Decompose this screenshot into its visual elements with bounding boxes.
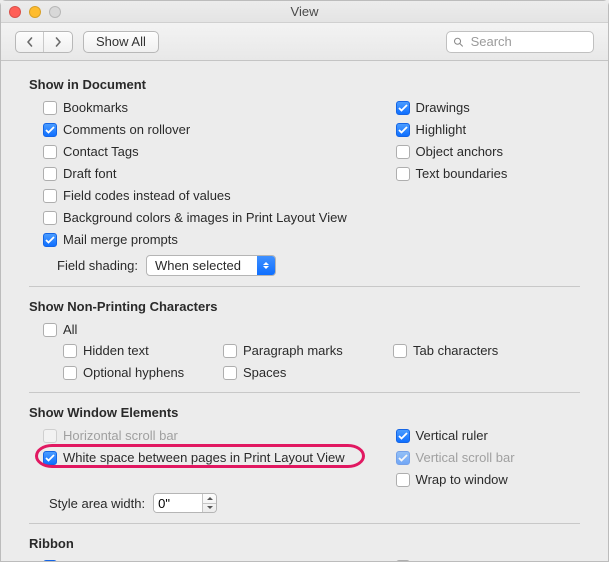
back-button[interactable] (16, 32, 44, 52)
nav-segmented (15, 31, 73, 53)
comments-rollover-label: Comments on rollover (63, 122, 190, 137)
section-window-elements-title: Show Window Elements (29, 405, 580, 420)
spaces-label: Spaces (243, 365, 286, 380)
horizontal-scroll-checkbox (43, 429, 57, 443)
object-anchors-checkbox[interactable] (396, 145, 410, 159)
bookmarks-checkbox[interactable] (43, 101, 57, 115)
search-input[interactable] (469, 33, 587, 50)
titlebar: View (1, 1, 608, 23)
section-non-printing-title: Show Non-Printing Characters (29, 299, 580, 314)
style-area-width-stepper[interactable] (153, 493, 217, 513)
style-area-width-input[interactable] (154, 494, 202, 512)
background-colors-checkbox[interactable] (43, 211, 57, 225)
contact-tags-label: Contact Tags (63, 144, 139, 159)
paragraph-marks-checkbox[interactable] (223, 344, 237, 358)
field-codes-label: Field codes instead of values (63, 188, 231, 203)
show-developer-tab-label: Show developer tab (63, 559, 178, 561)
vertical-scroll-checkbox (396, 451, 410, 465)
section-ribbon-title: Ribbon (29, 536, 580, 551)
minimize-window-button[interactable] (29, 6, 41, 18)
highlight-label: Highlight (416, 122, 467, 137)
wrap-to-window-label: Wrap to window (416, 472, 508, 487)
preferences-window: View Show All Show in Document Bookmarks… (0, 0, 609, 562)
hidden-text-label: Hidden text (83, 343, 149, 358)
field-shading-label: Field shading: (57, 258, 138, 273)
style-area-width-label: Style area width: (49, 496, 145, 511)
paragraph-marks-label: Paragraph marks (243, 343, 343, 358)
vertical-ruler-checkbox[interactable] (396, 429, 410, 443)
stepper-buttons[interactable] (202, 494, 216, 512)
drawings-label: Drawings (416, 100, 470, 115)
zoom-window-button[interactable] (49, 6, 61, 18)
field-shading-value: When selected (147, 258, 257, 273)
window-title: View (9, 4, 600, 19)
show-group-titles-checkbox[interactable] (396, 560, 410, 562)
close-window-button[interactable] (9, 6, 21, 18)
mail-merge-label: Mail merge prompts (63, 232, 178, 247)
white-space-label: White space between pages in Print Layou… (63, 450, 345, 465)
hidden-text-checkbox[interactable] (63, 344, 77, 358)
draft-font-checkbox[interactable] (43, 167, 57, 181)
section-show-in-document-title: Show in Document (29, 77, 580, 92)
vertical-scroll-label: Vertical scroll bar (416, 450, 515, 465)
horizontal-scroll-label: Horizontal scroll bar (63, 428, 178, 443)
vertical-ruler-label: Vertical ruler (416, 428, 488, 443)
text-boundaries-checkbox[interactable] (396, 167, 410, 181)
background-colors-label: Background colors & images in Print Layo… (63, 210, 347, 225)
drawings-checkbox[interactable] (396, 101, 410, 115)
search-field[interactable] (446, 31, 594, 53)
white-space-checkbox[interactable] (43, 451, 57, 465)
show-group-titles-label: Show group titles (416, 559, 516, 561)
select-arrows-icon (257, 256, 275, 275)
bookmarks-label: Bookmarks (63, 100, 128, 115)
wrap-to-window-checkbox[interactable] (396, 473, 410, 487)
mail-merge-checkbox[interactable] (43, 233, 57, 247)
field-shading-select[interactable]: When selected (146, 255, 276, 276)
optional-hyphens-checkbox[interactable] (63, 366, 77, 380)
window-traffic-lights (9, 6, 61, 18)
text-boundaries-label: Text boundaries (416, 166, 508, 181)
all-np-label: All (63, 322, 77, 337)
stepper-down[interactable] (203, 504, 216, 513)
forward-button[interactable] (44, 32, 72, 52)
tab-characters-label: Tab characters (413, 343, 498, 358)
all-np-checkbox[interactable] (43, 323, 57, 337)
search-icon (453, 36, 464, 48)
tab-characters-checkbox[interactable] (393, 344, 407, 358)
optional-hyphens-label: Optional hyphens (83, 365, 184, 380)
field-codes-checkbox[interactable] (43, 189, 57, 203)
highlight-checkbox[interactable] (396, 123, 410, 137)
stepper-up[interactable] (203, 494, 216, 504)
spaces-checkbox[interactable] (223, 366, 237, 380)
draft-font-label: Draft font (63, 166, 116, 181)
content: Show in Document Bookmarks Comments on r… (1, 61, 608, 561)
object-anchors-label: Object anchors (416, 144, 503, 159)
show-developer-tab-checkbox[interactable] (43, 560, 57, 562)
comments-rollover-checkbox[interactable] (43, 123, 57, 137)
toolbar: Show All (1, 23, 608, 61)
show-all-label: Show All (96, 34, 146, 49)
contact-tags-checkbox[interactable] (43, 145, 57, 159)
show-all-button[interactable]: Show All (83, 31, 159, 53)
